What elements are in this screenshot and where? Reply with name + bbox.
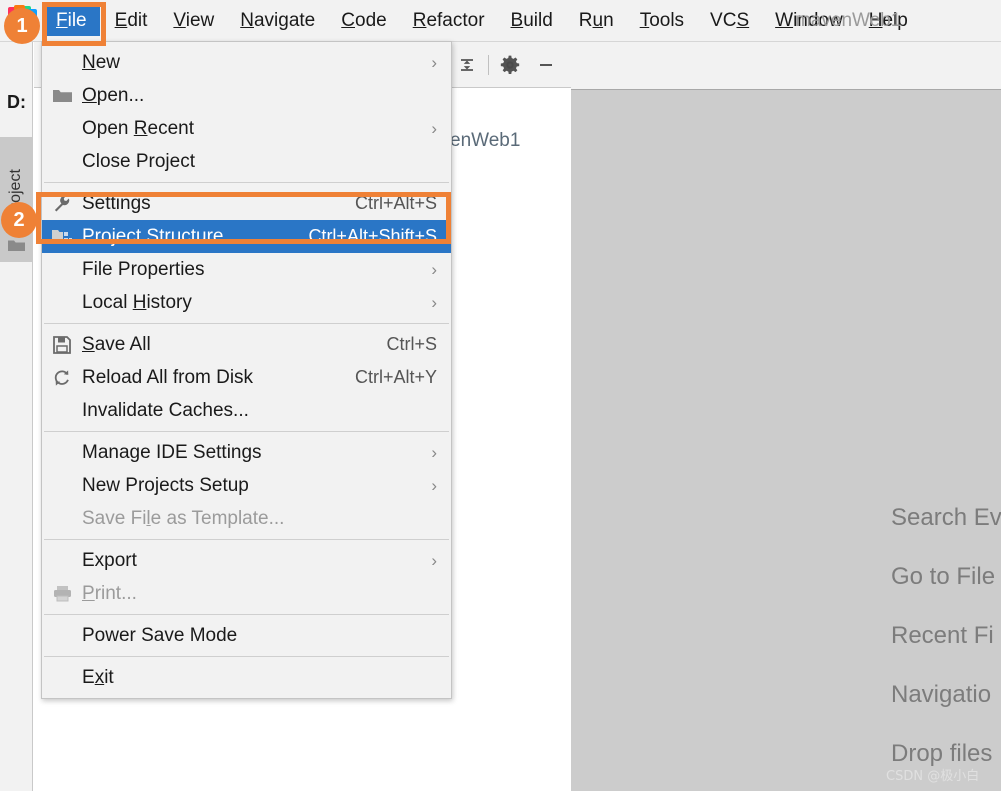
menu-bar-item-code[interactable]: Code <box>328 0 399 42</box>
menu-item-label: Close Project <box>82 150 195 172</box>
menu-item-label: Settings <box>82 192 151 214</box>
menu-item-reload-all-from-disk[interactable]: Reload All from Disk Ctrl+Alt+Y <box>42 361 451 394</box>
project-tree-root-label: enWeb1 <box>450 130 521 151</box>
menu-item-file-properties[interactable]: File Properties › <box>42 253 451 286</box>
sidebar-tab-project[interactable]: Project <box>0 137 33 262</box>
menu-bar-item-build[interactable]: Build <box>498 0 566 42</box>
menu-item-label: Save File as Template... <box>82 507 285 529</box>
menu-item-label: Open... <box>82 84 145 106</box>
menu-item-shortcut: Ctrl+Alt+Y <box>354 367 437 387</box>
menu-separator <box>44 323 449 324</box>
menu-item-new-projects-setup[interactable]: New Projects Setup › <box>42 469 451 502</box>
menu-item-label: Project Structure... <box>82 225 240 247</box>
folder-icon <box>8 239 25 252</box>
menu-bar-item-edit[interactable]: Edit <box>102 0 161 42</box>
menu-bar-item-navigate[interactable]: Navigate <box>227 0 328 42</box>
editor-hint-row: Recent Fi <box>891 622 994 649</box>
menu-separator <box>44 614 449 615</box>
menu-item-label: Reload All from Disk <box>82 366 254 388</box>
left-tool-strip: D: Project <box>0 42 33 791</box>
menu-bar-item-vcs[interactable]: VCS <box>697 0 762 42</box>
editor-hint-row: Search Ev <box>891 504 1001 531</box>
menu-item-label: Power Save Mode <box>82 624 238 646</box>
menu-separator <box>44 656 449 657</box>
menu-item-close-project[interactable]: Close Project <box>42 145 451 178</box>
wrench-icon <box>52 194 72 214</box>
menu-item-label: New Projects Setup <box>82 474 249 496</box>
save-icon <box>52 335 72 355</box>
menu-item-label: Open Recent <box>82 117 194 139</box>
ide-window: D: Project enWeb1 Search Ev Go to File R… <box>0 0 1001 791</box>
menu-item-shortcut: Ctrl+Alt+Shift+S <box>308 226 437 246</box>
chevron-right-icon: › <box>431 259 437 279</box>
menu-item-print: Print... <box>42 577 451 610</box>
file-menu-dropdown: New › Open... Open Recent › Close Project Sett… <box>41 41 452 699</box>
printer-icon <box>52 584 72 604</box>
menu-item-invalidate-caches[interactable]: Invalidate Caches... <box>42 394 451 427</box>
menu-item-export[interactable]: Export › <box>42 544 451 577</box>
menu-item-shortcut: Ctrl+Alt+S <box>354 193 437 213</box>
project-structure-icon <box>52 227 72 247</box>
gear-icon[interactable] <box>495 50 525 80</box>
menu-bar: File Edit View Navigate Code Refactor Build Run… <box>0 0 1001 42</box>
chevron-right-icon: › <box>431 118 437 138</box>
menu-separator <box>44 539 449 540</box>
menu-item-power-save-mode[interactable]: Power Save Mode <box>42 619 451 652</box>
folder-icon <box>52 86 72 106</box>
toolbar-divider <box>488 55 489 75</box>
menu-item-open-recent[interactable]: Open Recent › <box>42 112 451 145</box>
chevron-right-icon: › <box>431 292 437 312</box>
menu-item-label: Exit <box>82 666 114 688</box>
menu-item-exit[interactable]: Exit <box>42 661 451 694</box>
menu-separator <box>44 431 449 432</box>
menu-item-project-structure[interactable]: Project Structure... Ctrl+Alt+Shift+S <box>42 220 451 253</box>
window-project-name: mavenWeb1 <box>795 10 902 31</box>
annotation-badge-1: 1 <box>4 8 40 44</box>
menu-item-label: File Properties <box>82 258 205 280</box>
chevron-right-icon: › <box>431 442 437 462</box>
menu-item-manage-ide-settings[interactable]: Manage IDE Settings › <box>42 436 451 469</box>
menu-item-open[interactable]: Open... <box>42 79 451 112</box>
editor-hint-row: Navigatio <box>891 681 992 708</box>
menu-separator <box>44 182 449 183</box>
menu-bar-item-run[interactable]: Run <box>566 0 627 42</box>
menu-item-label: New <box>82 51 121 73</box>
menu-item-label: Save All <box>82 333 151 355</box>
collapse-all-icon[interactable] <box>452 50 482 80</box>
menu-item-save-file-as-template: Save File as Template... <box>42 502 451 535</box>
menu-item-label: Print... <box>82 582 137 604</box>
menu-bar-items: File Edit View Navigate Code Refactor Build Run… <box>41 0 921 42</box>
editor-top-bar <box>571 42 1001 89</box>
menu-bar-item-view[interactable]: View <box>160 0 227 42</box>
menu-item-local-history[interactable]: Local History › <box>42 286 451 319</box>
minimize-icon[interactable] <box>531 50 561 80</box>
chevron-right-icon: › <box>431 550 437 570</box>
chevron-right-icon: › <box>431 52 437 72</box>
watermark: CSDN @极小白 <box>886 769 980 784</box>
menu-item-new[interactable]: New › <box>42 46 451 79</box>
menu-bar-item-tools[interactable]: Tools <box>627 0 697 42</box>
reload-icon <box>52 368 72 388</box>
editor-hint-row: Go to File <box>891 563 996 590</box>
editor-empty-area: Search Ev Go to File Recent Fi Navigatio… <box>571 89 1001 791</box>
menu-bar-item-file[interactable]: File <box>43 6 100 36</box>
menu-item-shortcut: Ctrl+S <box>386 334 437 354</box>
menu-item-label: Invalidate Caches... <box>82 399 249 421</box>
drive-label: D: <box>7 92 26 112</box>
editor-hint-list: Search Ev Go to File Recent Fi Navigatio… <box>891 488 1001 783</box>
menu-bar-item-refactor[interactable]: Refactor <box>400 0 498 42</box>
menu-item-label: Local History <box>82 291 192 313</box>
chevron-right-icon: › <box>431 475 437 495</box>
menu-item-label: Export <box>82 549 137 571</box>
menu-item-save-all[interactable]: Save All Ctrl+S <box>42 328 451 361</box>
annotation-badge-2: 2 <box>1 202 37 238</box>
menu-item-label: Manage IDE Settings <box>82 441 262 463</box>
menu-item-settings[interactable]: Settings Ctrl+Alt+S <box>42 187 451 220</box>
